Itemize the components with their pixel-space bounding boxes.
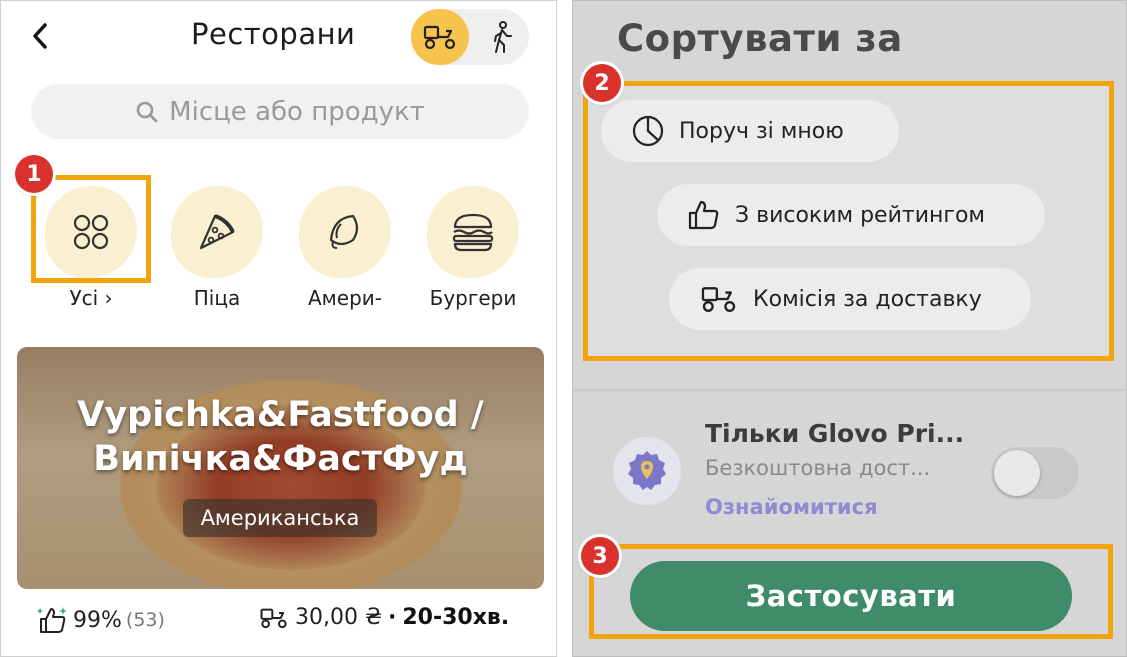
page-title: Ресторани bbox=[191, 17, 356, 51]
apply-button[interactable]: Застосувати bbox=[630, 561, 1072, 631]
delivery-info: 30,00 ₴ · 20-30хв. bbox=[259, 605, 509, 630]
search-icon bbox=[136, 101, 158, 122]
restaurant-card[interactable]: Vypichka&Fastfood / Випічка&ФастФуд Амер… bbox=[17, 347, 544, 589]
category-burgers-blob bbox=[427, 186, 519, 278]
restaurants-screen: Ресторани Місце або продукт Усі › Піца А… bbox=[0, 0, 557, 657]
step-badge-1: 1 bbox=[15, 155, 53, 193]
sort-sheet: Сортувати за 2 Поруч зі мною З високим р… bbox=[572, 0, 1127, 657]
category-pizza[interactable]: Піца bbox=[169, 186, 265, 310]
sort-option-label: Поруч зі мною bbox=[679, 118, 844, 144]
sort-title: Сортувати за bbox=[617, 17, 903, 60]
sort-option-nearby[interactable]: Поруч зі мною bbox=[601, 100, 899, 162]
pizza-icon bbox=[199, 214, 235, 250]
burger-icon bbox=[452, 213, 494, 252]
clock-icon bbox=[632, 115, 664, 147]
sort-option-delivery-fee[interactable]: Комісія за доставку bbox=[669, 268, 1031, 330]
highlight-box-1 bbox=[31, 175, 151, 283]
rating-info: 99% (53) bbox=[37, 605, 165, 635]
delivery-mode-toggle[interactable] bbox=[411, 9, 529, 65]
delivery-eta: 20-30хв. bbox=[402, 605, 510, 630]
sort-option-top-rated[interactable]: З високим рейтингом bbox=[657, 184, 1045, 246]
category-label: Усі › bbox=[69, 286, 113, 310]
thumbs-up-icon bbox=[688, 200, 719, 230]
delivery-scooter-icon bbox=[701, 287, 736, 312]
restaurant-name: Vypichka&Fastfood / Випічка&ФастФуд bbox=[17, 393, 544, 481]
prime-location-badge-icon bbox=[628, 451, 666, 490]
cuisine-tag: Американська bbox=[183, 499, 377, 537]
step-badge-3: 3 bbox=[581, 537, 619, 575]
toggle-knob bbox=[994, 450, 1040, 496]
search-input[interactable]: Місце або продукт bbox=[31, 84, 529, 139]
category-american-blob bbox=[299, 186, 391, 278]
search-placeholder: Місце або продукт bbox=[169, 96, 425, 127]
delivery-scooter-icon bbox=[260, 608, 287, 628]
rating-count: (53) bbox=[125, 609, 165, 631]
sort-option-label: Комісія за доставку bbox=[753, 286, 982, 312]
prime-badge bbox=[613, 437, 681, 505]
chevron-left-icon bbox=[33, 23, 47, 49]
sort-option-label: З високим рейтингом bbox=[735, 202, 986, 228]
category-burgers[interactable]: Бургери bbox=[425, 186, 521, 310]
category-label: Амери- bbox=[308, 286, 382, 310]
delivery-mode-option[interactable] bbox=[411, 9, 469, 65]
walking-pickup-icon bbox=[494, 21, 512, 53]
delivery-scooter-icon bbox=[423, 25, 456, 50]
category-label: Бургери bbox=[429, 286, 517, 310]
prime-learn-more-link[interactable]: Ознайомитися bbox=[705, 495, 878, 519]
category-label: Піца bbox=[193, 286, 241, 310]
prime-subtitle: Безкоштовна дост... bbox=[705, 456, 931, 480]
separator-dot: · bbox=[388, 605, 397, 630]
step-badge-2: 2 bbox=[583, 64, 621, 102]
thumbs-up-sparkle-icon bbox=[37, 607, 67, 633]
category-pizza-blob bbox=[171, 186, 263, 278]
back-button[interactable] bbox=[25, 19, 55, 53]
section-divider bbox=[573, 389, 1126, 391]
pickup-mode-option[interactable] bbox=[477, 9, 527, 65]
prime-title: Тільки Glovo Pri... bbox=[705, 419, 965, 448]
rating-percent: 99% bbox=[73, 607, 122, 633]
category-american[interactable]: Амери- bbox=[297, 186, 393, 310]
taco-icon bbox=[329, 214, 359, 249]
delivery-fee: 30,00 ₴ bbox=[295, 605, 383, 630]
prime-only-toggle[interactable] bbox=[991, 447, 1079, 499]
restaurant-name-line-2: Випічка&ФастФуд bbox=[93, 439, 468, 479]
restaurant-name-line-1: Vypichka&Fastfood / bbox=[77, 395, 484, 435]
